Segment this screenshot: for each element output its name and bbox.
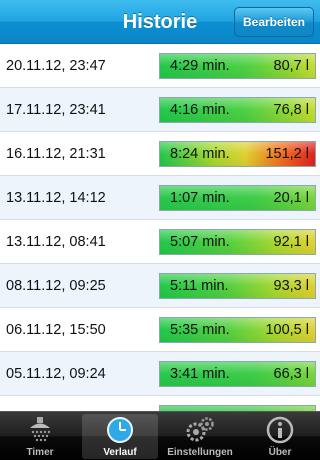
history-date: 13.11.12, 14:12 [6, 190, 106, 206]
history-row[interactable]: 06.11.12, 15:50 5:35 min. 100,5 l [0, 308, 320, 352]
history-row[interactable]: 13.11.12, 14:12 1:07 min. 20,1 l [0, 176, 320, 220]
tab-ueber[interactable]: Über [240, 412, 320, 460]
usage-bar: 5:07 min. 92,1 l [159, 229, 316, 255]
water-volume: 92,1 l [273, 234, 309, 250]
history-row[interactable]: 20.11.12, 23:47 4:29 min. 80,7 l [0, 44, 320, 88]
history-row[interactable]: 17.11.12, 23:41 4:16 min. 76,8 l [0, 88, 320, 132]
usage-bar: 3:41 min. 66,3 l [159, 361, 316, 387]
tab-label: Verlauf [103, 447, 137, 458]
gears-icon [186, 417, 214, 442]
info-icon [266, 416, 294, 444]
history-row[interactable]: 13.11.12, 08:41 5:07 min. 92,1 l [0, 220, 320, 264]
water-volume: 93,3 l [273, 278, 309, 294]
tab-verlauf[interactable]: Verlauf [80, 412, 160, 460]
water-volume: 151,2 l [265, 146, 309, 162]
usage-bar: 8:24 min. 151,2 l [159, 141, 316, 167]
history-date: 05.11.12, 09:24 [6, 366, 106, 382]
tab-label: Einstellungen [167, 447, 233, 458]
history-row[interactable]: 16.11.12, 21:31 8:24 min. 151,2 l [0, 132, 320, 176]
usage-bar: 4:29 min. 80,7 l [159, 53, 316, 79]
history-date: 08.11.12, 09:25 [6, 278, 106, 294]
tab-label: Über [268, 447, 292, 458]
shower-duration: 4:29 min. [170, 58, 230, 74]
usage-bar: 4:16 min. 76,8 l [159, 97, 316, 123]
clock-icon [107, 417, 133, 443]
history-row[interactable]: 08.11.12, 09:25 5:11 min. 93,3 l [0, 264, 320, 308]
shower-duration: 5:11 min. [170, 278, 229, 294]
tab-label: Timer [26, 447, 54, 458]
shower-duration: 5:07 min. [170, 234, 230, 250]
history-date: 06.11.12, 15:50 [6, 322, 106, 338]
history-list[interactable]: 20.11.12, 23:47 4:29 min. 80,7 l 17.11.12, … [0, 44, 320, 411]
shower-duration: 3:41 min. [170, 366, 230, 382]
water-volume: 100,5 l [265, 322, 309, 338]
tab-einstellungen[interactable]: Einstellungen [160, 412, 240, 460]
water-volume: 76,8 l [273, 102, 309, 118]
water-volume: 80,7 l [273, 58, 309, 74]
usage-bar: 5:11 min. 93,3 l [159, 273, 316, 299]
shower-duration: 1:07 min. [170, 190, 230, 206]
navigation-bar: Historie Bearbeiten [0, 0, 320, 44]
history-date: 13.11.12, 08:41 [6, 234, 106, 250]
usage-bar: 5:35 min. 100,5 l [159, 317, 316, 343]
history-row[interactable] [0, 396, 320, 411]
shower-duration: 5:35 min. [170, 322, 230, 338]
history-date: 17.11.12, 23:41 [6, 102, 106, 118]
tab-bar: Timer Verlauf Einstellungen Über [0, 411, 320, 460]
shower-duration: 8:24 min. [170, 146, 230, 162]
tab-timer[interactable]: Timer [0, 412, 80, 460]
history-row[interactable]: 05.11.12, 09:24 3:41 min. 66,3 l [0, 352, 320, 396]
history-date: 20.11.12, 23:47 [6, 58, 106, 74]
water-volume: 66,3 l [273, 366, 309, 382]
water-volume: 20,1 l [273, 190, 309, 206]
usage-bar: 1:07 min. 20,1 l [159, 185, 316, 211]
shower-duration: 4:16 min. [170, 102, 230, 118]
shower-icon [30, 417, 51, 442]
history-date: 16.11.12, 21:31 [6, 146, 106, 162]
edit-button[interactable]: Bearbeiten [234, 7, 314, 37]
